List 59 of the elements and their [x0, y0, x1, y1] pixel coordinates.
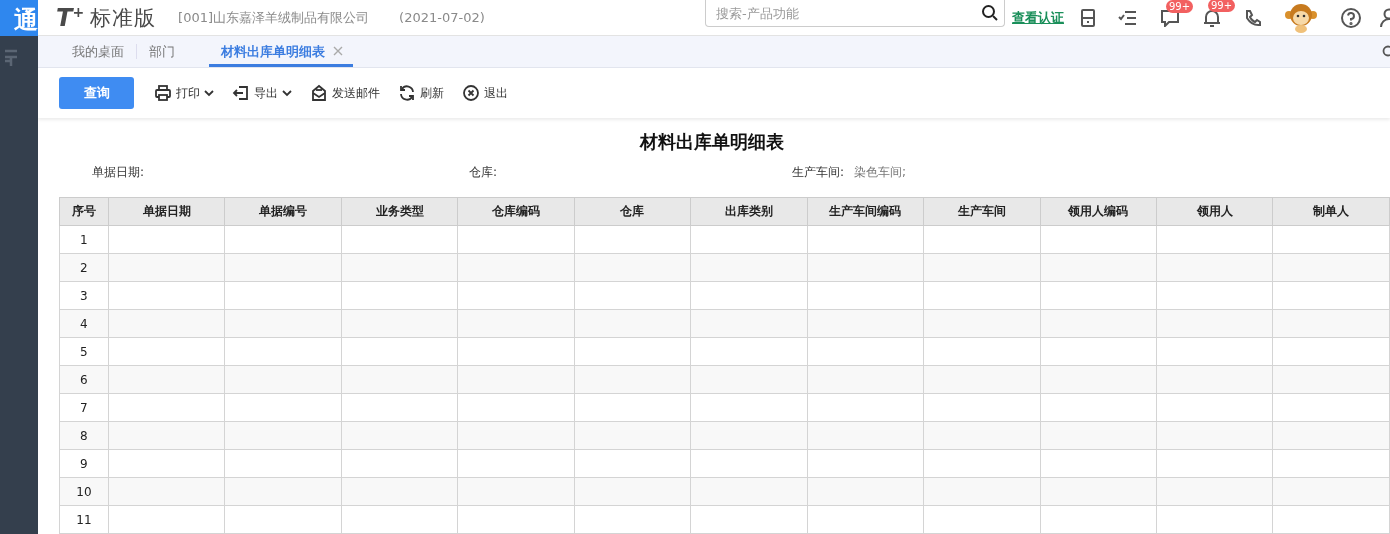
account-date: (2021-07-02) — [399, 10, 485, 25]
column-header: 生产车间编码 — [807, 197, 924, 226]
checklist-icon[interactable] — [1118, 8, 1138, 27]
column-header: 业务类型 — [341, 197, 458, 226]
column-header: 仓库编码 — [457, 197, 575, 226]
row-number: 10 — [59, 477, 109, 506]
row-number: 7 — [59, 393, 109, 422]
company-name: [001]山东嘉泽羊绒制品有限公司 — [178, 8, 370, 27]
column-header: 单据编号 — [224, 197, 342, 226]
column-header: 出库类别 — [690, 197, 808, 226]
app-logo[interactable]: 通 — [0, 0, 38, 36]
column-header: 生产车间 — [923, 197, 1040, 226]
row-number: 3 — [59, 281, 109, 310]
filter-label: 仓库: — [469, 164, 498, 180]
row-number: 4 — [59, 309, 109, 338]
close-circle-icon — [462, 84, 480, 102]
filter-label: 生产车间: — [792, 164, 845, 180]
row-number: 2 — [59, 253, 109, 282]
query-button[interactable]: 查询 — [59, 77, 134, 109]
search-icon[interactable] — [981, 4, 999, 22]
printer-icon — [154, 84, 172, 102]
row-number: 1 — [59, 225, 109, 254]
filter-label: 单据日期: — [92, 164, 145, 180]
exit-button[interactable]: 退出 — [462, 81, 508, 105]
view-certification-link[interactable]: 查看认证 — [1012, 8, 1064, 27]
product-name: 标准版 — [90, 4, 157, 32]
tab[interactable]: 部门 — [137, 36, 187, 67]
brand-logo: T$^{+}$ — [56, 3, 85, 32]
filter-value: 染色车间; — [854, 164, 907, 180]
column-header: 制单人 — [1272, 197, 1390, 226]
row-number: 11 — [59, 505, 109, 534]
refresh-button[interactable]: 刷新 — [398, 81, 444, 105]
column-header: 单据日期 — [108, 197, 225, 226]
export-button[interactable]: 导出 — [232, 81, 292, 105]
report-title: 材料出库单明细表 — [638, 130, 785, 154]
row-number: 8 — [59, 421, 109, 450]
search-field[interactable]: 搜索-产品功能 — [705, 0, 1005, 27]
monkey-mascot-drawing[interactable] — [1284, 2, 1318, 33]
document-icon[interactable] — [1080, 7, 1096, 28]
notification-count-badge: 99+ — [1208, 0, 1236, 12]
row-number: 6 — [59, 365, 109, 394]
chevron-down-icon — [204, 89, 214, 97]
message-count-badge: 99+ — [1166, 0, 1194, 13]
column-header: 序号 — [59, 197, 109, 226]
tab[interactable]: 我的桌面 — [60, 36, 136, 67]
row-number: 5 — [59, 337, 109, 366]
column-header: 领用人编码 — [1040, 197, 1157, 226]
column-header: 领用人 — [1156, 197, 1273, 226]
mail-button[interactable]: 发送邮件 — [310, 81, 380, 105]
phone-icon[interactable] — [1244, 8, 1262, 27]
message-icon[interactable] — [1160, 8, 1180, 27]
refresh-icon — [398, 84, 416, 102]
help-icon[interactable] — [1340, 6, 1362, 29]
row-number: 9 — [59, 449, 109, 478]
print-button[interactable]: 打印 — [154, 81, 214, 105]
mail-icon — [310, 84, 328, 102]
export-icon — [232, 84, 250, 102]
column-header: 仓库 — [574, 197, 691, 226]
chevron-down-icon — [282, 89, 292, 97]
